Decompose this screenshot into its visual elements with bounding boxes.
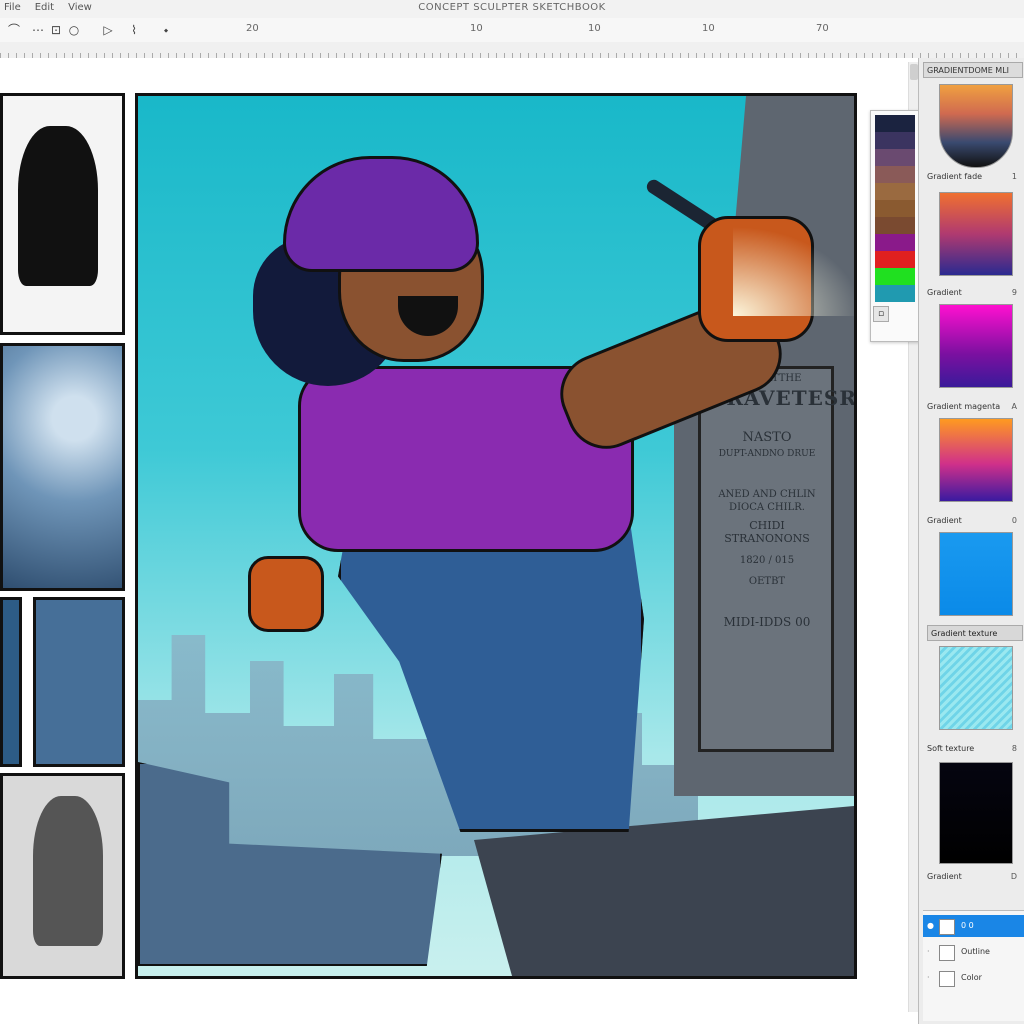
preset-label-6: Soft texture 8 <box>927 744 1023 753</box>
color-swatch[interactable] <box>875 149 915 166</box>
engraving-line-5: ANED AND CHLIN <box>718 489 816 500</box>
visibility-icon[interactable]: · <box>927 967 930 989</box>
toolbar-field-5[interactable]: 70 <box>816 23 829 34</box>
preset-label-7: Gradient D <box>927 872 1023 881</box>
layer-item-2[interactable]: · Outline <box>923 941 1024 963</box>
engraving-line-9: OETBT <box>748 576 786 587</box>
comic-panel-silhouette[interactable] <box>0 93 125 335</box>
gradient-preset-2[interactable] <box>939 192 1013 276</box>
preset-label-2-value: 9 <box>1011 288 1017 297</box>
color-swatch[interactable] <box>875 268 915 285</box>
scrollbar-thumb[interactable] <box>910 64 918 80</box>
spark-glow <box>733 226 854 316</box>
gradient-preset-4[interactable] <box>939 418 1013 502</box>
layer-item-3[interactable]: · Color <box>923 967 1024 989</box>
toolbar: ⌒ ⋯ ⊡ ○ ▷ ⌇ ⬩ 20 10 10 10 70 <box>0 18 1024 43</box>
dots-icon[interactable]: ⋯ <box>30 22 46 38</box>
panel-header: GRADIENTDOME MLI <box>923 62 1023 78</box>
color-swatch[interactable] <box>875 217 915 234</box>
engraving-line-4: DUPT-ANDNO DRUE <box>718 449 816 459</box>
section-header-texture: Gradient texture <box>927 625 1023 641</box>
engraving-line-6: DIOCA CHILR. <box>729 502 805 513</box>
cave-scene <box>3 346 122 588</box>
color-swatch[interactable] <box>875 166 915 183</box>
layer-name: 0 0 <box>961 921 974 930</box>
preset-label-4-value: 0 <box>1011 516 1017 525</box>
layer-name: Color <box>961 973 982 982</box>
color-swatch-palette[interactable]: ▫ <box>870 110 920 342</box>
layer-name: Outline <box>961 947 990 956</box>
gradient-presets-panel: GRADIENTDOME MLI Gradient fade 1 Gradien… <box>918 58 1024 1024</box>
glove-left <box>248 556 324 632</box>
color-swatch[interactable] <box>875 251 915 268</box>
gradient-preset-5[interactable] <box>939 532 1013 616</box>
comic-panel-main[interactable]: CONDATTHE DRAVETESR NASTO DUPT-ANDNO DRU… <box>135 93 857 979</box>
color-swatch[interactable] <box>875 200 915 217</box>
preset-label-2-text: Gradient <box>927 288 962 297</box>
preset-label-2: Gradient 9 <box>927 288 1023 297</box>
engraving-line-3: NASTO <box>742 430 792 445</box>
window-title: CONCEPT SCULPTER SKETCHBOOK <box>418 2 606 13</box>
transform-icon[interactable]: ⊡ <box>48 22 64 38</box>
tombstone-engraving: CONDATTHE DRAVETESR NASTO DUPT-ANDNO DRU… <box>708 371 854 629</box>
gradient-preset-7[interactable] <box>939 762 1013 864</box>
toolbar-field-1[interactable]: 20 <box>246 23 259 34</box>
layers-list: ● 0 0 · Outline · Color <box>923 910 1024 1021</box>
brush-tool-icon[interactable]: ⌒ <box>6 22 22 38</box>
circle-icon[interactable]: ○ <box>66 22 82 38</box>
title-bar: File Edit View CONCEPT SCULPTER SKETCHBO… <box>0 0 1024 19</box>
color-swatch[interactable] <box>875 115 915 132</box>
comic-panel-cave[interactable] <box>0 343 125 591</box>
preset-label-6-value: 8 <box>1011 744 1017 753</box>
engraving-line-7: CHIDI STRANONONS <box>724 519 810 545</box>
visibility-icon[interactable]: · <box>927 941 930 963</box>
layer-thumbnail <box>939 971 955 987</box>
visibility-icon[interactable]: ● <box>927 915 934 937</box>
layer-thumbnail <box>939 945 955 961</box>
preset-label-1-text: Gradient fade <box>927 172 983 181</box>
horizontal-ruler <box>0 42 1024 59</box>
stonemason-figure <box>228 126 814 832</box>
preset-label-6-text: Soft texture <box>927 744 975 753</box>
preset-label-3-value: A <box>1011 402 1017 411</box>
toolbar-field-4[interactable]: 10 <box>702 23 715 34</box>
comic-panel-narrow[interactable] <box>0 597 22 767</box>
color-swatch[interactable] <box>875 132 915 149</box>
swatch-options-icon[interactable]: ▫ <box>873 306 889 322</box>
preset-label-4: Gradient 0 <box>927 516 1023 525</box>
preset-label-1: Gradient fade 1 <box>927 172 1023 181</box>
comic-panel-boots[interactable] <box>33 597 125 767</box>
preset-label-3-text: Gradient magenta <box>927 402 1001 411</box>
gradient-preset-3[interactable] <box>939 304 1013 388</box>
engraving-line-10: MIDI-IDDS 00 <box>723 615 811 629</box>
gradient-preset-1[interactable] <box>939 84 1013 168</box>
play-icon[interactable]: ▷ <box>100 22 116 38</box>
preset-label-1-value: 1 <box>1011 172 1017 181</box>
color-swatch[interactable] <box>875 234 915 251</box>
toolbar-field-2[interactable]: 10 <box>470 23 483 34</box>
comic-panel-worker-sketch[interactable] <box>0 773 125 979</box>
preset-label-4-text: Gradient <box>927 516 962 525</box>
sketch-figure <box>33 796 103 946</box>
layer-item-1[interactable]: ● 0 0 <box>923 915 1024 937</box>
lasso-icon[interactable]: ⌇ <box>126 22 142 38</box>
silhouette-figure <box>18 126 98 286</box>
gradient-preset-6[interactable] <box>939 646 1013 730</box>
fill-icon[interactable]: ⬩ <box>158 22 174 38</box>
preset-label-3: Gradient magenta A <box>927 402 1023 411</box>
hat <box>283 156 479 272</box>
color-swatch[interactable] <box>875 183 915 200</box>
engraving-line-8: 1820 / 015 <box>739 555 795 566</box>
toolbar-field-3[interactable]: 10 <box>588 23 601 34</box>
color-swatch[interactable] <box>875 285 915 302</box>
preset-label-7-value: D <box>1010 872 1017 881</box>
preset-label-7-text: Gradient <box>927 872 962 881</box>
layer-thumbnail <box>939 919 955 935</box>
